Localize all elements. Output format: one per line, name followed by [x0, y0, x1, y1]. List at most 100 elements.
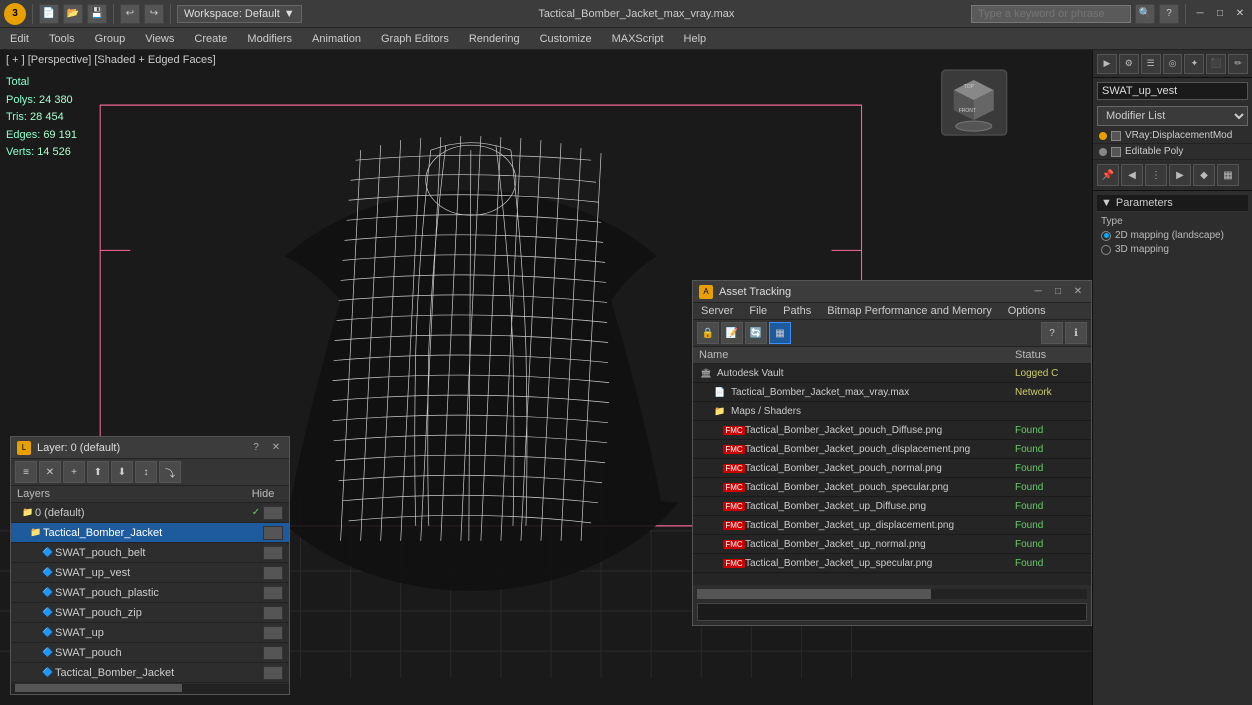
modifier-pin-button[interactable]: 📌 — [1097, 164, 1119, 186]
layer-item[interactable]: 📁Tactical_Bomber_Jacket — [11, 523, 289, 543]
layer-drag-handle[interactable] — [263, 566, 283, 580]
layers-btn6[interactable]: ↕ — [135, 461, 157, 483]
asset-menu-paths[interactable]: Paths — [775, 303, 819, 319]
modifier-checkbox-1[interactable] — [1111, 131, 1121, 141]
radio-3d-mapping[interactable] — [1101, 245, 1111, 255]
asset-list[interactable]: 🏛Autodesk VaultLogged C📄Tactical_Bomber_… — [693, 364, 1091, 573]
layers-titlebar[interactable]: L Layer: 0 (default) ? ✕ — [11, 437, 289, 459]
params-3d-row[interactable]: 3D mapping — [1101, 244, 1244, 255]
layer-drag-handle[interactable] — [263, 526, 283, 540]
redo-button[interactable]: ↪ — [144, 4, 164, 24]
layer-drag-handle[interactable] — [263, 666, 283, 680]
search-input[interactable] — [971, 5, 1131, 23]
modifier-grid[interactable]: ▦ — [1217, 164, 1239, 186]
layers-scrollbar[interactable] — [11, 684, 289, 694]
menu-tools[interactable]: Tools — [39, 28, 85, 49]
asset-menu-options[interactable]: Options — [1000, 303, 1054, 319]
layer-item[interactable]: 🔷SWAT_pouch_plastic — [11, 583, 289, 603]
menu-graph-editors[interactable]: Graph Editors — [371, 28, 459, 49]
layer-drag-handle[interactable] — [263, 646, 283, 660]
new-button[interactable]: 📄 — [39, 4, 59, 24]
layer-check-icon[interactable] — [249, 566, 263, 580]
layer-check-icon[interactable] — [249, 626, 263, 640]
asset-toolbar-btn1[interactable]: 🔒 — [697, 322, 719, 344]
layer-item[interactable]: 📁0 (default)✓ — [11, 503, 289, 523]
modifier-editable-poly[interactable]: Editable Poly — [1093, 144, 1252, 160]
modifier-dots[interactable]: ⋮ — [1145, 164, 1167, 186]
menu-views[interactable]: Views — [135, 28, 184, 49]
open-button[interactable]: 📂 — [63, 4, 83, 24]
layer-check-icon[interactable]: ✓ — [249, 506, 263, 520]
menu-modifiers[interactable]: Modifiers — [237, 28, 302, 49]
layer-check-icon[interactable] — [249, 526, 263, 540]
rp-icon-7[interactable]: ✏ — [1228, 54, 1248, 74]
workspace-dropdown[interactable]: Workspace: Default ▼ — [177, 5, 302, 23]
modifier-list-dropdown[interactable]: Modifier List — [1097, 106, 1248, 126]
rp-icon-4[interactable]: ◎ — [1163, 54, 1183, 74]
layers-btn4[interactable]: ⬆ — [87, 461, 109, 483]
asset-row[interactable]: FMCTactical_Bomber_Jacket_up_displacemen… — [693, 516, 1091, 535]
layer-check-icon[interactable] — [249, 586, 263, 600]
rp-icon-5[interactable]: ✦ — [1184, 54, 1204, 74]
modifier-diamond[interactable]: ◆ — [1193, 164, 1215, 186]
asset-close-button[interactable]: ✕ — [1071, 285, 1085, 299]
asset-row[interactable]: FMCTactical_Bomber_Jacket_pouch_normal.p… — [693, 459, 1091, 478]
layers-add-button[interactable]: + — [63, 461, 85, 483]
asset-toolbar-help[interactable]: ? — [1041, 322, 1063, 344]
params-2d-row[interactable]: 2D mapping (landscape) — [1101, 230, 1244, 241]
asset-row[interactable]: FMCTactical_Bomber_Jacket_pouch_displace… — [693, 440, 1091, 459]
asset-titlebar[interactable]: A Asset Tracking ─ □ ✕ — [693, 281, 1091, 303]
layer-item[interactable]: 🔷SWAT_pouch — [11, 643, 289, 663]
menu-create[interactable]: Create — [184, 28, 237, 49]
menu-customize[interactable]: Customize — [530, 28, 602, 49]
asset-toolbar-btn3[interactable]: 🔄 — [745, 322, 767, 344]
modifier-arrow-right[interactable]: ▶ — [1169, 164, 1191, 186]
layers-btn7[interactable]: ⤵ — [159, 461, 181, 483]
maximize-button[interactable]: □ — [1212, 6, 1228, 22]
asset-row[interactable]: FMCTactical_Bomber_Jacket_up_Diffuse.png… — [693, 497, 1091, 516]
asset-row[interactable]: FMCTactical_Bomber_Jacket_pouch_Diffuse.… — [693, 421, 1091, 440]
layer-drag-handle[interactable] — [263, 546, 283, 560]
rp-icon-6[interactable]: ⬛ — [1206, 54, 1226, 74]
asset-row[interactable]: FMCTactical_Bomber_Jacket_pouch_specular… — [693, 478, 1091, 497]
asset-input-bar[interactable] — [697, 603, 1087, 621]
rp-icon-2[interactable]: ⚙ — [1119, 54, 1139, 74]
radio-2d-mapping[interactable] — [1101, 231, 1111, 241]
asset-toolbar-btn4[interactable]: ▦ — [769, 322, 791, 344]
asset-row[interactable]: 📁Maps / Shaders — [693, 402, 1091, 421]
menu-edit[interactable]: Edit — [0, 28, 39, 49]
asset-toolbar-btn2[interactable]: 📝 — [721, 322, 743, 344]
save-button[interactable]: 💾 — [87, 4, 107, 24]
layers-help-button[interactable]: ? — [249, 441, 263, 455]
asset-minimize-button[interactable]: ─ — [1031, 285, 1045, 299]
layer-check-icon[interactable] — [249, 666, 263, 680]
collapse-icon[interactable]: ▼ — [1101, 197, 1112, 209]
object-name-input[interactable] — [1097, 82, 1248, 100]
asset-row[interactable]: FMCTactical_Bomber_Jacket_up_normal.pngF… — [693, 535, 1091, 554]
layer-item[interactable]: 🔷SWAT_pouch_zip — [11, 603, 289, 623]
asset-menu-server[interactable]: Server — [693, 303, 741, 319]
layers-close-button[interactable]: ✕ — [269, 441, 283, 455]
close-button[interactable]: ✕ — [1232, 6, 1248, 22]
menu-maxscript[interactable]: MAXScript — [602, 28, 674, 49]
layer-drag-handle[interactable] — [263, 606, 283, 620]
minimize-button[interactable]: ─ — [1192, 6, 1208, 22]
asset-maximize-button[interactable]: □ — [1051, 285, 1065, 299]
help-icon[interactable]: ? — [1159, 4, 1179, 24]
layers-toolbar-btn1[interactable]: ≡ — [15, 461, 37, 483]
menu-group[interactable]: Group — [85, 28, 136, 49]
menu-help[interactable]: Help — [674, 28, 717, 49]
search-icon[interactable]: 🔍 — [1135, 4, 1155, 24]
layer-check-icon[interactable] — [249, 646, 263, 660]
asset-row[interactable]: 📄Tactical_Bomber_Jacket_max_vray.maxNetw… — [693, 383, 1091, 402]
modifier-arrow-left[interactable]: ◀ — [1121, 164, 1143, 186]
layer-check-icon[interactable] — [249, 546, 263, 560]
asset-row[interactable]: FMCTactical_Bomber_Jacket_up_specular.pn… — [693, 554, 1091, 573]
rp-icon-3[interactable]: ☰ — [1141, 54, 1161, 74]
layer-drag-handle[interactable] — [263, 586, 283, 600]
asset-menu-file[interactable]: File — [741, 303, 775, 319]
rp-icon-1[interactable]: ▶ — [1097, 54, 1117, 74]
layers-btn5[interactable]: ⬇ — [111, 461, 133, 483]
asset-menu-bitmap[interactable]: Bitmap Performance and Memory — [819, 303, 999, 319]
asset-toolbar-info[interactable]: ℹ — [1065, 322, 1087, 344]
